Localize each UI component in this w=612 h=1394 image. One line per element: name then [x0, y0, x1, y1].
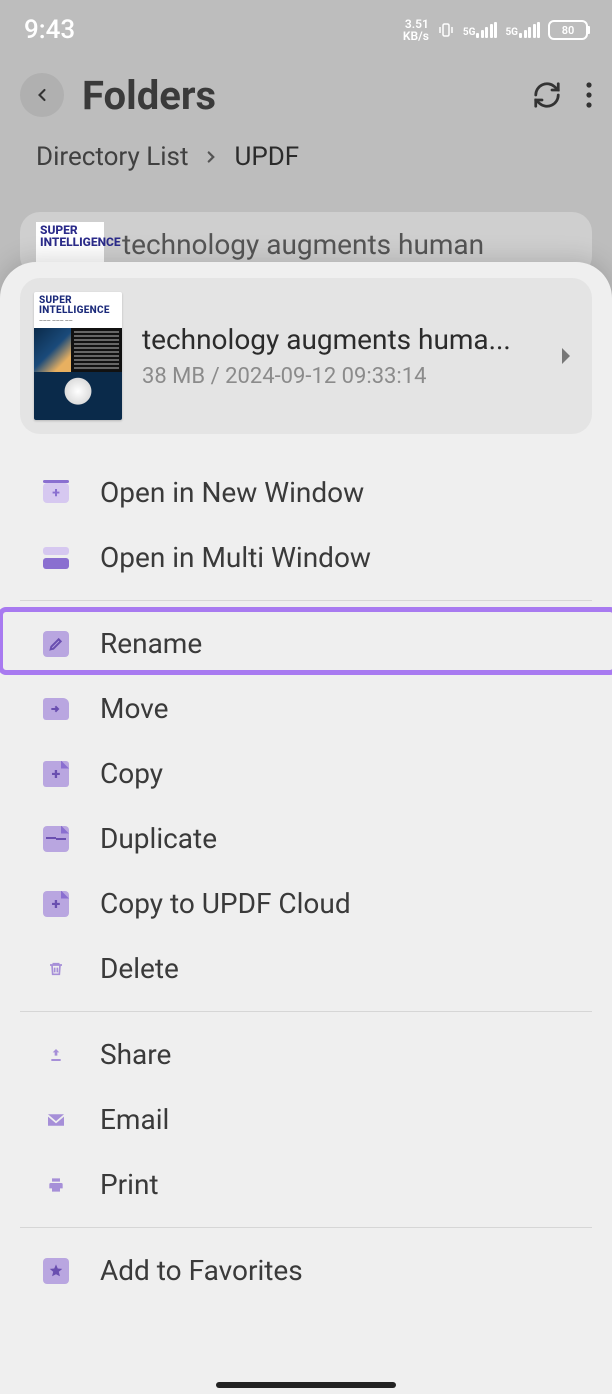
- menu-rename[interactable]: Rename: [0, 611, 612, 676]
- menu-open-new-window[interactable]: + Open in New Window: [0, 460, 612, 525]
- background-thumb: SUPER INTELLIGENCE: [36, 222, 104, 266]
- context-menu-sheet: SUPER INTELLIGENCE ——— ——— —— technology…: [0, 262, 612, 1394]
- divider: [20, 1227, 592, 1228]
- more-icon[interactable]: [586, 82, 592, 108]
- menu-open-multi-window[interactable]: Open in Multi Window: [0, 525, 612, 590]
- file-meta: 38 MB / 2024-09-12 09:33:14: [142, 364, 540, 389]
- menu-print[interactable]: Print: [0, 1152, 612, 1217]
- battery-indicator: 80: [548, 20, 588, 40]
- signal-bars-1: [476, 22, 497, 38]
- app-header: Folders: [0, 60, 612, 130]
- menu-item-label: Move: [100, 692, 168, 725]
- menu-group-open: + Open in New Window Open in Multi Windo…: [0, 454, 612, 596]
- trash-icon: [43, 956, 69, 982]
- vibrate-icon: [437, 21, 455, 39]
- menu-item-label: Open in Multi Window: [100, 541, 371, 574]
- status-bar: 9:43 3.51 KB/s 5G 5G 80: [0, 0, 612, 60]
- file-header[interactable]: SUPER INTELLIGENCE ——— ——— —— technology…: [20, 278, 592, 434]
- chevron-right-icon: [202, 148, 220, 166]
- menu-move[interactable]: Move: [0, 676, 612, 741]
- multi-window-icon: [43, 545, 69, 571]
- status-right: 3.51 KB/s 5G 5G 80: [403, 18, 588, 42]
- star-icon: [43, 1258, 69, 1284]
- menu-item-label: Delete: [100, 952, 179, 985]
- home-indicator: [216, 1382, 396, 1388]
- net-speed-unit: KB/s: [403, 30, 429, 42]
- cloud-file-icon: +: [43, 891, 69, 917]
- menu-item-label: Rename: [100, 627, 202, 660]
- menu-copy-to-cloud[interactable]: + Copy to UPDF Cloud: [0, 871, 612, 936]
- file-name: technology augments huma...: [142, 323, 540, 356]
- caret-right-icon: [560, 348, 572, 364]
- background-file-title: technology augments human: [122, 228, 484, 261]
- breadcrumb: Directory List UPDF: [0, 130, 612, 188]
- print-icon: [43, 1172, 69, 1198]
- pencil-icon: [43, 631, 69, 657]
- chevron-left-icon: [32, 85, 52, 105]
- new-window-icon: +: [43, 483, 69, 503]
- network-label-1: 5G: [463, 27, 476, 38]
- menu-delete[interactable]: Delete: [0, 936, 612, 1001]
- file-thumbnail: SUPER INTELLIGENCE ——— ——— ——: [34, 292, 122, 420]
- menu-add-favorites[interactable]: Add to Favorites: [0, 1238, 612, 1303]
- folder-arrow-icon: [43, 698, 69, 720]
- menu-item-label: Copy to UPDF Cloud: [100, 887, 351, 920]
- menu-item-label: Add to Favorites: [100, 1254, 303, 1287]
- email-icon: [43, 1107, 69, 1133]
- menu-item-label: Print: [100, 1168, 159, 1201]
- menu-email[interactable]: Email: [0, 1087, 612, 1152]
- copy-file-icon: +: [43, 761, 69, 787]
- signal-bars-2: [519, 22, 540, 38]
- refresh-icon[interactable]: [532, 80, 562, 110]
- menu-share[interactable]: Share: [0, 1022, 612, 1087]
- page-title: Folders: [82, 72, 514, 119]
- breadcrumb-root[interactable]: Directory List: [36, 142, 188, 172]
- divider: [20, 600, 592, 601]
- status-time: 9:43: [24, 15, 75, 45]
- divider: [20, 1011, 592, 1012]
- back-button[interactable]: [20, 73, 64, 117]
- menu-item-label: Open in New Window: [100, 476, 364, 509]
- menu-group-file-ops: Rename Move + Copy Duplicate + Copy to U…: [0, 605, 612, 1007]
- breadcrumb-current: UPDF: [234, 142, 299, 172]
- menu-item-label: Email: [100, 1103, 169, 1136]
- menu-group-share: Share Email Print: [0, 1016, 612, 1223]
- menu-duplicate[interactable]: Duplicate: [0, 806, 612, 871]
- duplicate-file-icon: [43, 826, 69, 852]
- network-label-2: 5G: [505, 27, 518, 38]
- menu-copy[interactable]: + Copy: [0, 741, 612, 806]
- share-icon: [43, 1042, 69, 1068]
- menu-item-label: Duplicate: [100, 822, 217, 855]
- menu-item-label: Share: [100, 1038, 171, 1071]
- menu-item-label: Copy: [100, 757, 163, 790]
- menu-group-favorites: Add to Favorites: [0, 1232, 612, 1309]
